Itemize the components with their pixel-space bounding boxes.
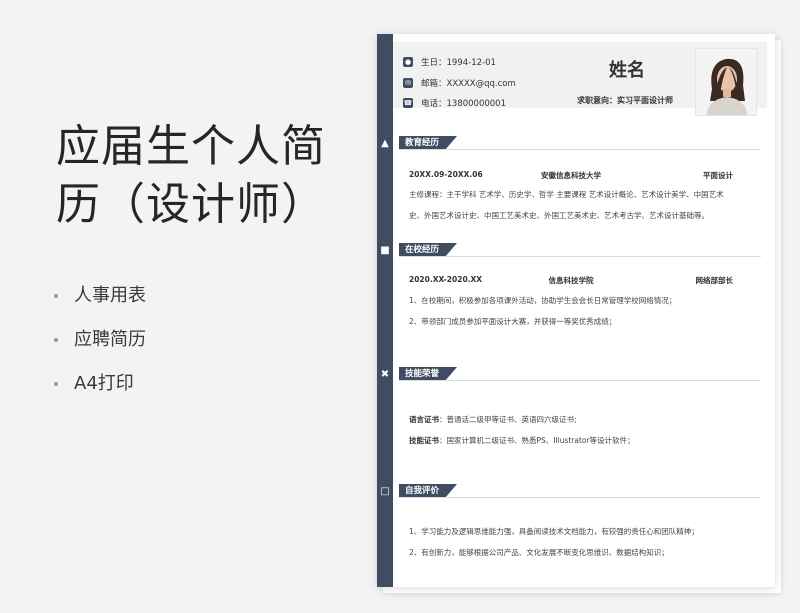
mail-icon: ✉ (403, 78, 413, 88)
phone-icon: ☎ (403, 98, 413, 108)
promo-feature-item: 应聘简历 (54, 328, 146, 372)
section-divider (399, 380, 761, 381)
self-eval-section-header: 自我评价 (399, 484, 458, 498)
language-cert: 语言证书：普通话二级甲等证书、英语四六级证书; (409, 415, 577, 424)
bullet-dot (54, 338, 58, 342)
user-icon: ● (403, 57, 413, 67)
graduation-cap-icon: ▲ (381, 138, 389, 149)
comment-icon: □ (380, 486, 390, 497)
bullet-dot (54, 294, 58, 298)
side-accent-bar (377, 34, 393, 587)
campus-row: 2020.XX-2020.XX 信息科技学院 网络部部长 (409, 275, 733, 285)
section-divider (399, 149, 761, 150)
job-objective: 求职意向：实习平面设计师 (577, 96, 673, 105)
phone-row: ☎ 电话：13800000001 (403, 98, 506, 109)
candidate-name: 姓名 (609, 60, 645, 81)
promo-feature-item: 人事用表 (54, 284, 146, 328)
section-divider (399, 256, 761, 257)
resume-page: ● 生日：1994-12-01 ✉ 邮箱：XXXXX@qq.com ☎ 电话：1… (377, 34, 775, 587)
campus-item: 2、带领部门成员参加平面设计大赛，并获得一等奖优秀成绩； (409, 317, 617, 326)
education-row: 20XX.09-20XX.06 安徽信息科技大学 平面设计 (409, 170, 733, 180)
profile-photo (695, 48, 757, 116)
promo-feature-list: 人事用表 应聘简历 A4打印 (54, 284, 146, 416)
campus-item: 1、在校期间，积极参加各项课外活动，协助学生会会长日常管理学校网络情况； (409, 296, 677, 305)
tools-icon: ✖ (380, 369, 390, 380)
skill-cert: 技能证书：国家计算机二级证书、熟悉PS、Illustrator等设计软件； (409, 436, 635, 445)
portrait-image (696, 49, 756, 115)
self-eval-item: 2、有创新力，能够根据公司产品、文化发展不断变化思维识、数据结构知识； (409, 548, 669, 557)
promo-feature-item: A4打印 (54, 372, 146, 416)
promo-title: 应届生个人简历（设计师） (56, 121, 326, 230)
campus-section-header: 在校经历 (399, 243, 458, 257)
section-divider (399, 497, 761, 498)
education-courses: 主修课程：主干学科 艺术学、历史学、哲学 主要课程 艺术设计概论、艺术设计美学、… (409, 190, 724, 220)
skills-section-header: 技能荣誉 (399, 367, 458, 381)
education-section-header: 教育经历 (399, 136, 458, 150)
briefcase-icon: ■ (380, 245, 390, 256)
self-eval-item: 1、学习能力及逻辑思维能力强，具备阅读技术文档能力，有较强的责任心和团队精神； (409, 527, 699, 536)
bullet-dot (54, 382, 58, 386)
email-row: ✉ 邮箱：XXXXX@qq.com (403, 75, 516, 91)
birthday-row: ● 生日：1994-12-01 (403, 57, 496, 68)
